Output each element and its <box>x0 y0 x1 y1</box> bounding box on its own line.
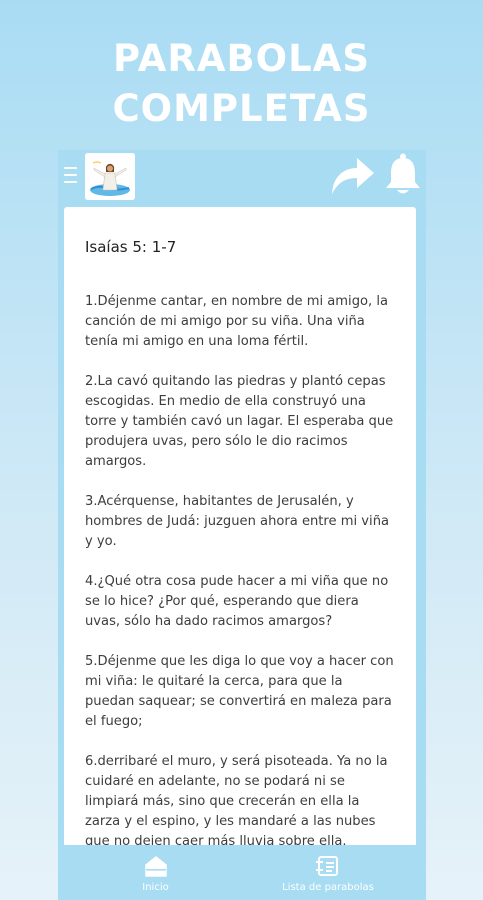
bottom-navigation: Inicio Lista de parabolas <box>58 845 426 900</box>
app-bar <box>58 150 426 202</box>
verse-paragraph: 4.¿Qué otra cosa pude hacer a mi viña qu… <box>85 574 389 629</box>
promo-title-line-1: PARABOLAS <box>113 37 370 80</box>
house-icon <box>144 856 167 877</box>
nav-item-parable-list[interactable]: Lista de parabolas <box>268 845 388 900</box>
verse-paragraph: 5.Déjenme que les diga lo que voy a hace… <box>85 654 394 729</box>
verse-paragraph: 3.Acérquense, habitantes de Jerusalén, y… <box>85 494 390 549</box>
hamburger-menu-icon[interactable] <box>64 167 77 185</box>
phone-screen: Isaías 5: 1-7 1.Déjenme cantar, en nombr… <box>58 150 426 900</box>
nav-home-label: Inicio <box>142 882 169 893</box>
list-icon <box>316 856 338 876</box>
share-arrow-icon[interactable] <box>328 154 376 196</box>
verse-reference: Isaías 5: 1-7 <box>85 238 177 256</box>
notification-bell-icon[interactable] <box>383 152 423 198</box>
app-logo[interactable] <box>85 153 135 200</box>
jesus-figure-icon <box>85 153 135 200</box>
nav-list-label: Lista de parabolas <box>282 882 374 893</box>
promo-title: PARABOLAS COMPLETAS <box>0 34 483 134</box>
nav-item-home[interactable]: Inicio <box>118 845 193 900</box>
verse-paragraph: 2.La cavó quitando las piedras y plantó … <box>85 374 394 469</box>
verse-paragraph: 1.Déjenme cantar, en nombre de mi amigo,… <box>85 294 388 349</box>
parable-card[interactable]: Isaías 5: 1-7 1.Déjenme cantar, en nombr… <box>64 207 416 847</box>
verse-paragraph: 6.derribaré el muro, y será pisoteada. Y… <box>85 754 388 847</box>
promo-title-line-2: COMPLETAS <box>112 87 371 130</box>
